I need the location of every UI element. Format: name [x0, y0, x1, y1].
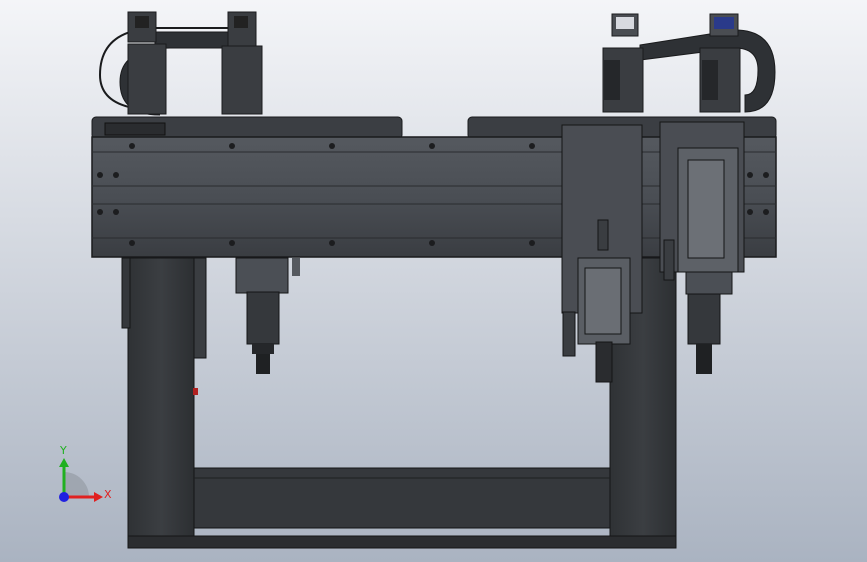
cable-chain-right — [602, 13, 776, 113]
y-axis-arrow-head — [59, 458, 69, 467]
y-axis-label: Y — [59, 444, 67, 457]
gantry-assembly-model[interactable]: Y X — [0, 0, 867, 562]
cad-3d-viewport[interactable]: Y X — [0, 0, 867, 562]
z-axis-dot — [59, 492, 69, 502]
x-axis-label: X — [104, 488, 112, 501]
x-axis-arrow-head — [94, 492, 103, 502]
coordinate-triad: Y X — [59, 444, 112, 502]
z-axis-head-left — [193, 257, 300, 374]
cable-chain-left — [98, 11, 263, 116]
carriage-plate-1 — [561, 124, 643, 383]
